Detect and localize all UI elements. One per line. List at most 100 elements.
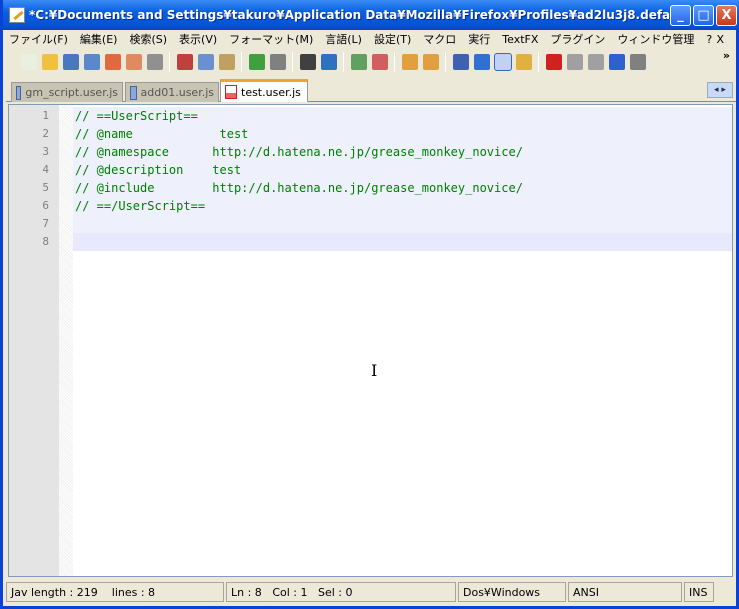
editor-area[interactable]: 1 // ==UserScript== 2 // @name test 3 // @nam…: [8, 104, 733, 577]
save-icon[interactable]: [62, 54, 79, 70]
find-icon[interactable]: [299, 54, 316, 70]
close-all-icon[interactable]: [125, 54, 142, 70]
menu-item[interactable]: マクロ: [417, 31, 462, 47]
toolbar-separator: [169, 52, 170, 72]
tab-test[interactable]: test.user.js: [220, 79, 308, 102]
tab-label: gm_script.user.js: [25, 86, 118, 99]
code-line[interactable]: 4 // @description test: [9, 161, 732, 179]
tab-bar: gm_script.user.js add01.user.js test.use…: [6, 79, 736, 102]
code-line[interactable]: 6 // ==/UserScript==: [9, 197, 732, 215]
line-text: // ==UserScript==: [75, 109, 198, 123]
save-all-icon[interactable]: [83, 54, 100, 70]
open-file-icon[interactable]: [41, 54, 58, 70]
status-insert-mode: INS: [684, 582, 714, 602]
close-document-button[interactable]: X: [710, 33, 730, 46]
maximize-button[interactable]: □: [693, 5, 714, 26]
zoom-in-icon[interactable]: [350, 54, 367, 70]
line-text: // @include http://d.hatena.ne.jp/grease…: [75, 181, 523, 195]
tab-scroll-buttons[interactable]: ◂ ▸: [707, 82, 733, 98]
macro-play-icon[interactable]: [587, 54, 604, 70]
notepad-plus-plus-window: *C:¥Documents and Settings¥takuro¥Applic…: [0, 0, 739, 609]
tab-gm-script[interactable]: gm_script.user.js: [11, 82, 123, 102]
replace-icon[interactable]: [320, 54, 337, 70]
unsaved-file-icon: [225, 85, 237, 99]
paste-icon[interactable]: [218, 54, 235, 70]
code-line[interactable]: 5 // @include http://d.hatena.ne.jp/greas…: [9, 179, 732, 197]
macro-record-icon[interactable]: [545, 54, 562, 70]
minimize-button[interactable]: _: [670, 5, 691, 26]
line-text: // ==/UserScript==: [75, 199, 206, 213]
line-number: 8: [42, 235, 49, 248]
line-number: 5: [42, 181, 49, 194]
status-eol: Dos¥Windows: [458, 582, 566, 602]
menu-bar: ファイル(F) 編集(E) 検索(S) 表示(V) フォーマット(M) 言語(L) 設定(T…: [3, 30, 736, 48]
text-cursor-icon: I: [371, 361, 378, 380]
menu-item[interactable]: ファイル(F): [3, 31, 74, 47]
cut-icon[interactable]: [176, 54, 193, 70]
toolbar-separator: [343, 52, 344, 72]
toolbar-separator: [241, 52, 242, 72]
close-file-icon[interactable]: [104, 54, 121, 70]
status-encoding: ANSI: [568, 582, 682, 602]
line-number: 6: [42, 199, 49, 212]
redo-icon[interactable]: [269, 54, 286, 70]
toolbar: »: [6, 49, 736, 75]
menu-item[interactable]: プラグイン: [544, 31, 611, 47]
status-ln: Ln : 8: [231, 586, 262, 599]
line-number: 7: [42, 217, 49, 230]
line-text: // @namespace http://d.hatena.ne.jp/grea…: [75, 145, 523, 159]
status-bar: Jav length : 219 lines : 8 Ln : 8 Col : …: [6, 582, 736, 604]
menu-item[interactable]: 編集(E): [74, 31, 124, 47]
menu-item[interactable]: 表示(V): [173, 31, 223, 47]
code-line[interactable]: 2 // @name test: [9, 125, 732, 143]
status-sel: Sel : 0: [317, 586, 353, 599]
menu-item[interactable]: TextFX: [496, 33, 544, 46]
sync-horizontal-icon[interactable]: [422, 54, 439, 70]
macro-run-multiple-icon[interactable]: [608, 54, 625, 70]
status-length: length : 219: [31, 586, 98, 599]
menu-item[interactable]: 言語(L): [319, 31, 368, 47]
menu-item[interactable]: ウィンドウ管理: [611, 31, 700, 47]
copy-icon[interactable]: [197, 54, 214, 70]
line-number: 4: [42, 163, 49, 176]
line-text: // @description test: [75, 163, 242, 177]
code-line[interactable]: 8: [9, 233, 732, 251]
status-col: Col : 1: [272, 586, 308, 599]
undo-icon[interactable]: [248, 54, 265, 70]
zoom-out-icon[interactable]: [371, 54, 388, 70]
title-bar[interactable]: *C:¥Documents and Settings¥takuro¥Applic…: [3, 0, 739, 30]
close-button[interactable]: X: [716, 5, 737, 26]
saved-file-icon: [130, 85, 137, 100]
new-file-icon[interactable]: [20, 54, 37, 70]
line-number: 3: [42, 145, 49, 158]
line-number: 1: [42, 109, 49, 122]
word-wrap-icon[interactable]: [452, 54, 469, 70]
line-number: 2: [42, 127, 49, 140]
toolbar-separator: [394, 52, 395, 72]
toolbar-overflow-button[interactable]: »: [723, 49, 730, 62]
menu-item[interactable]: 設定(T): [368, 31, 417, 47]
app-icon: [9, 7, 25, 23]
toolbar-separator: [445, 52, 446, 72]
tab-add01[interactable]: add01.user.js: [125, 82, 219, 102]
print-icon[interactable]: [146, 54, 163, 70]
menu-item[interactable]: 検索(S): [123, 31, 173, 47]
code-line[interactable]: 7: [9, 215, 732, 233]
code-line[interactable]: 1 // ==UserScript==: [9, 107, 732, 125]
status-lines: lines : 8: [111, 586, 156, 599]
user-lang-icon[interactable]: [515, 54, 532, 70]
code-line[interactable]: 3 // @namespace http://d.hatena.ne.jp/gre…: [9, 143, 732, 161]
macro-stop-icon[interactable]: [566, 54, 583, 70]
menu-item[interactable]: フォーマット(M): [223, 31, 319, 47]
show-all-chars-icon[interactable]: [473, 54, 490, 70]
sync-vertical-icon[interactable]: [401, 54, 418, 70]
indent-guide-icon[interactable]: [493, 53, 512, 71]
macro-save-icon[interactable]: [629, 54, 646, 70]
tab-label: test.user.js: [241, 85, 301, 99]
window-title: *C:¥Documents and Settings¥takuro¥Applic…: [29, 8, 669, 22]
line-text: // @name test: [75, 127, 249, 141]
tab-label: add01.user.js: [140, 86, 214, 99]
menu-item[interactable]: 実行: [462, 31, 496, 47]
toolbar-separator: [538, 52, 539, 72]
toolbar-separator: [292, 52, 293, 72]
